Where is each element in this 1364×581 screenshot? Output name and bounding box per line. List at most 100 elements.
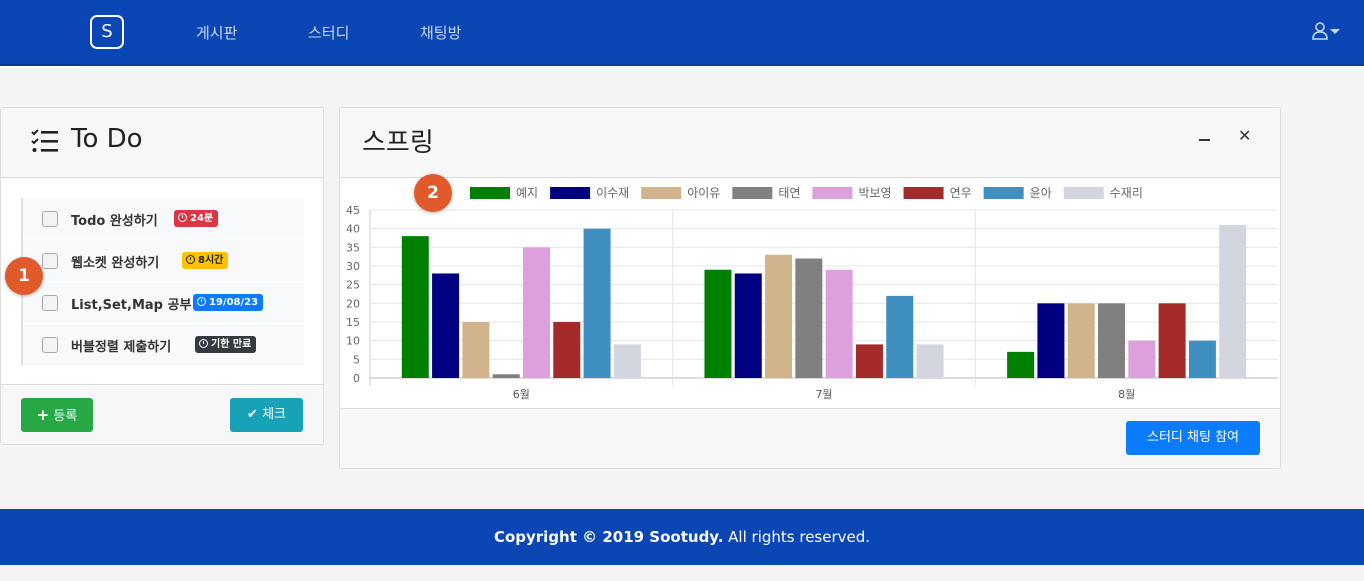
bar xyxy=(522,247,550,378)
register-button[interactable]: + 등록 xyxy=(21,398,93,432)
chart-card-footer: 스터디 채팅 참여 xyxy=(340,408,1280,468)
nav-link-chatroom[interactable]: 채팅방 xyxy=(420,22,461,43)
x-tick-label: 7월 xyxy=(815,388,832,401)
check-button[interactable]: ✔ 체크 xyxy=(230,398,303,432)
y-tick-label: 40 xyxy=(346,223,360,236)
todo-checkbox[interactable] xyxy=(42,211,58,227)
legend-swatch xyxy=(903,187,944,199)
todo-checkbox[interactable] xyxy=(42,253,58,269)
brand-logo[interactable]: S xyxy=(90,15,124,49)
callout-1: 1 xyxy=(5,257,43,295)
bar xyxy=(916,344,944,378)
bar xyxy=(553,322,581,378)
deadline-badge-text: 19/08/23 xyxy=(209,297,259,308)
todo-checkbox[interactable] xyxy=(42,337,58,353)
legend-label: 이수재 xyxy=(596,186,629,200)
copyright-text: Copyright © 2019 Sootudy. xyxy=(493,528,724,546)
deadline-badge: 24분 xyxy=(174,210,219,227)
task-list-icon xyxy=(31,129,58,152)
legend-label: 태연 xyxy=(778,186,800,200)
legend-swatch xyxy=(983,187,1024,199)
y-tick-label: 30 xyxy=(346,260,360,273)
x-tick-label: 8월 xyxy=(1118,388,1135,401)
bar xyxy=(401,236,429,378)
todo-card-header: To Do xyxy=(1,108,323,178)
navbar: S 게시판 스터디 채팅방 xyxy=(0,0,1364,66)
legend-label: 연우 xyxy=(950,186,972,200)
legend-swatch xyxy=(812,187,853,199)
study-title: 스프링 xyxy=(362,128,434,158)
y-tick-label: 25 xyxy=(346,279,360,292)
close-icon[interactable]: ✕ xyxy=(1238,126,1251,145)
todo-item: List,Set,Map 공부 19/08/23 xyxy=(23,282,304,324)
bar xyxy=(734,273,762,378)
deadline-badge: 8시간 xyxy=(182,252,229,269)
minimize-icon[interactable] xyxy=(1198,133,1212,147)
legend-label: 박보영 xyxy=(858,186,891,200)
todo-item: Todo 완성하기 24분 xyxy=(23,198,304,240)
nav-link-board[interactable]: 게시판 xyxy=(196,22,237,43)
register-button-label: 등록 xyxy=(53,409,78,424)
y-tick-label: 45 xyxy=(346,204,360,217)
legend-swatch xyxy=(732,187,773,199)
todo-item-text: List,Set,Map 공부 xyxy=(71,298,192,313)
checkmark-icon: ✔ xyxy=(247,407,258,422)
y-tick-label: 35 xyxy=(346,241,360,254)
bar xyxy=(825,269,853,378)
todo-checkbox[interactable] xyxy=(42,295,58,311)
todo-item: 웹소켓 완성하기 8시간 xyxy=(23,240,304,282)
legend-swatch xyxy=(470,187,510,199)
bar xyxy=(1037,303,1065,378)
legend-swatch xyxy=(641,187,682,199)
chevron-down-icon xyxy=(1330,29,1340,34)
bar xyxy=(795,258,823,378)
rights-text: All rights reserved. xyxy=(723,528,871,546)
todo-card-footer: + 등록 ✔ 체크 xyxy=(1,384,323,444)
check-button-label: 체크 xyxy=(262,407,286,422)
deadline-badge-text: 8시간 xyxy=(198,255,224,266)
clock-icon xyxy=(197,297,206,306)
todo-item-text: 웹소켓 완성하기 xyxy=(71,256,160,271)
y-tick-label: 15 xyxy=(346,316,360,329)
bar xyxy=(1067,303,1095,378)
deadline-badge: 19/08/23 xyxy=(193,294,264,311)
bar xyxy=(1098,303,1126,378)
bar xyxy=(765,254,793,378)
study-chart-card: 스프링 ✕ 0 5 10 15 20 25 30 35 40 45 6월 7월 8월 예지 이수재 아이유 태연… xyxy=(339,107,1281,469)
todo-card: To Do Todo 완성하기 24분 웹소켓 완성하기 8시간 List,Se… xyxy=(0,107,324,445)
bar xyxy=(1219,224,1247,378)
bar xyxy=(432,273,460,378)
deadline-badge: 기한 만료 xyxy=(195,336,257,353)
y-tick-label: 20 xyxy=(346,297,360,310)
bar xyxy=(886,295,914,378)
clock-icon xyxy=(186,255,195,264)
bar xyxy=(613,344,641,378)
todo-item-text: 버블정렬 제출하기 xyxy=(71,340,172,355)
nav-link-study[interactable]: 스터디 xyxy=(308,22,349,43)
legend-label: 윤아 xyxy=(1030,186,1052,200)
bar xyxy=(855,344,883,378)
user-icon xyxy=(1312,22,1328,40)
deadline-badge-text: 24분 xyxy=(190,213,214,224)
deadline-badge-text: 기한 만료 xyxy=(211,339,252,350)
bar xyxy=(704,269,732,378)
legend-label: 아이유 xyxy=(687,186,720,200)
todo-list: Todo 완성하기 24분 웹소켓 완성하기 8시간 List,Set,Map … xyxy=(21,198,304,366)
clock-icon xyxy=(178,213,187,222)
user-menu-toggle[interactable] xyxy=(1312,22,1344,44)
bar xyxy=(1188,340,1216,378)
y-tick-label: 5 xyxy=(353,353,360,366)
plus-icon: + xyxy=(36,406,50,424)
nav-active-indicator xyxy=(0,66,80,68)
site-footer: Copyright © 2019 Sootudy. All rights res… xyxy=(0,509,1364,565)
bar xyxy=(462,322,490,378)
chart-card-header: 스프링 ✕ xyxy=(340,108,1280,178)
callout-2: 2 xyxy=(414,174,452,212)
todo-item-text: Todo 완성하기 xyxy=(71,214,158,229)
y-tick-label: 0 xyxy=(353,372,360,385)
bar xyxy=(492,374,520,378)
bar xyxy=(1007,351,1035,378)
todo-item: 버블정렬 제출하기 기한 만료 xyxy=(23,324,304,366)
join-study-chat-button[interactable]: 스터디 채팅 참여 xyxy=(1126,421,1260,455)
bar xyxy=(1158,303,1186,378)
